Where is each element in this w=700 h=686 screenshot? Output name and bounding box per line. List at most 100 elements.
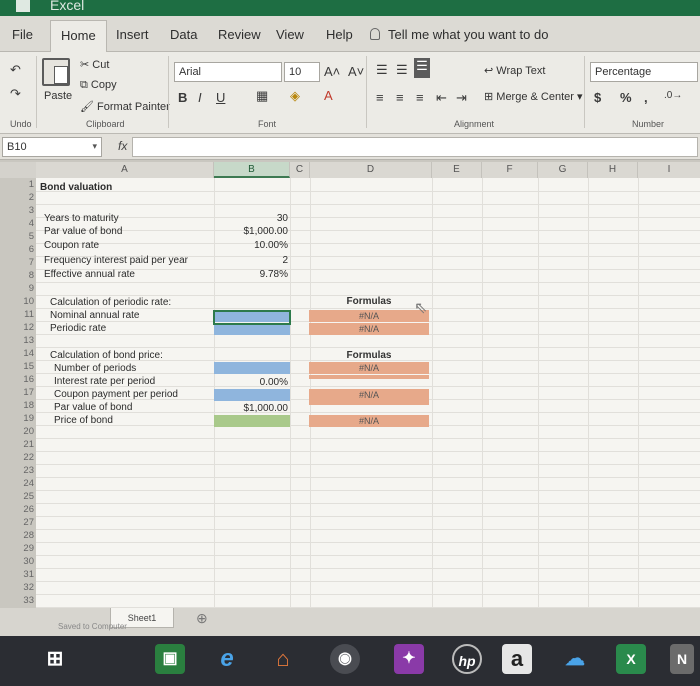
cell-a7[interactable]: Effective annual rate: [44, 269, 135, 280]
cell-b5[interactable]: 10.00%: [214, 240, 288, 251]
wrap-text-button[interactable]: ↩ Wrap Text: [484, 64, 545, 77]
cell-b3[interactable]: 30: [214, 213, 288, 224]
row-header[interactable]: 17: [0, 387, 36, 398]
row-header[interactable]: 27: [0, 517, 36, 528]
cell-b15[interactable]: 0.00%: [214, 377, 288, 388]
row-header[interactable]: 4: [0, 218, 36, 229]
borders-icon[interactable]: ▦: [256, 88, 268, 104]
active-cell-b10[interactable]: [213, 310, 291, 325]
bottom-align-icon[interactable]: ☰: [414, 58, 430, 78]
row-header[interactable]: 10: [0, 296, 36, 307]
onenote-icon[interactable]: N: [670, 644, 694, 674]
row-header[interactable]: 32: [0, 582, 36, 593]
increase-font-icon[interactable]: A˄: [324, 64, 340, 79]
cell-b18-input[interactable]: [214, 415, 290, 427]
font-size-select[interactable]: 10: [284, 62, 320, 82]
paste-button[interactable]: Paste: [44, 90, 72, 102]
row-header[interactable]: 5: [0, 231, 36, 242]
paste-icon[interactable]: [42, 58, 70, 86]
column-header-e[interactable]: E: [432, 162, 482, 178]
italic-button[interactable]: I: [198, 90, 202, 105]
redo-icon[interactable]: ↷: [10, 86, 21, 102]
row-header[interactable]: 26: [0, 504, 36, 515]
tell-me-search[interactable]: Tell me what you want to do: [370, 27, 548, 42]
cell-d15[interactable]: [309, 375, 429, 379]
cell-d17[interactable]: [309, 401, 429, 405]
cell-a13[interactable]: Calculation of bond price:: [50, 350, 163, 361]
cell-d14[interactable]: #N/A: [309, 362, 429, 374]
row-header[interactable]: 11: [0, 309, 36, 320]
edge-icon[interactable]: e: [212, 644, 242, 674]
formula-input[interactable]: [132, 137, 698, 157]
hp-icon[interactable]: hp: [452, 644, 482, 674]
windows-logo-icon[interactable]: ⊞: [40, 644, 70, 674]
column-header-i[interactable]: I: [638, 162, 700, 178]
tab-help[interactable]: Help: [326, 27, 353, 42]
align-left-icon[interactable]: ≡: [376, 90, 384, 105]
row-header[interactable]: 25: [0, 491, 36, 502]
row-header[interactable]: 28: [0, 530, 36, 541]
cell-a11[interactable]: Periodic rate: [50, 323, 106, 334]
column-header-h[interactable]: H: [588, 162, 638, 178]
column-header-c[interactable]: C: [290, 162, 310, 178]
row-header[interactable]: 1: [0, 179, 36, 190]
row-header[interactable]: 9: [0, 283, 36, 294]
home-icon[interactable]: ⌂: [268, 644, 298, 674]
row-header[interactable]: 33: [0, 595, 36, 606]
row-header[interactable]: 18: [0, 400, 36, 411]
middle-align-icon[interactable]: ☰: [396, 62, 408, 78]
row-header[interactable]: 8: [0, 270, 36, 281]
font-name-select[interactable]: Arial: [174, 62, 282, 82]
cell-b6[interactable]: 2: [214, 255, 288, 266]
tab-view[interactable]: View: [276, 27, 304, 42]
row-header[interactable]: 16: [0, 374, 36, 385]
cell-b17[interactable]: $1,000.00: [214, 403, 289, 414]
copy-button[interactable]: ⧉ Copy: [80, 79, 117, 92]
tab-home[interactable]: Home: [50, 20, 107, 52]
cell-b4[interactable]: $1,000.00: [214, 226, 289, 237]
align-center-icon[interactable]: ≡: [396, 90, 404, 105]
percent-style-button[interactable]: %: [620, 90, 632, 105]
column-header-a[interactable]: A: [36, 162, 214, 178]
row-header[interactable]: 2: [0, 192, 36, 203]
column-header-f[interactable]: F: [482, 162, 538, 178]
row-header[interactable]: 22: [0, 452, 36, 463]
cell-a16[interactable]: Coupon payment per period: [54, 389, 178, 400]
media-icon[interactable]: ◉: [330, 644, 360, 674]
cell-a6[interactable]: Frequency interest paid per year: [44, 255, 188, 266]
increase-indent-icon[interactable]: ⇥: [456, 90, 467, 106]
cell-d10[interactable]: #N/A: [309, 310, 429, 322]
column-header-b[interactable]: B: [214, 162, 290, 178]
currency-format-button[interactable]: $: [594, 90, 601, 105]
select-all-corner[interactable]: [0, 162, 36, 178]
number-format-select[interactable]: Percentage: [590, 62, 698, 82]
format-painter-button[interactable]: 🖌 Format Painter: [80, 100, 170, 113]
cell-a5[interactable]: Coupon rate: [44, 240, 99, 251]
align-right-icon[interactable]: ≡: [416, 90, 424, 105]
undo-icon[interactable]: ↶: [10, 62, 21, 78]
row-header[interactable]: 13: [0, 335, 36, 346]
cell-d9[interactable]: Formulas: [309, 296, 429, 307]
cell-b16-input[interactable]: [214, 389, 290, 401]
cell-a1[interactable]: Bond valuation: [40, 182, 112, 193]
column-header-g[interactable]: G: [538, 162, 588, 178]
row-header[interactable]: 12: [0, 322, 36, 333]
underline-button[interactable]: U: [216, 90, 225, 105]
excel-taskbar-icon[interactable]: X: [616, 644, 646, 674]
row-header[interactable]: 15: [0, 361, 36, 372]
comma-style-button[interactable]: ,: [644, 90, 648, 105]
tab-review[interactable]: Review: [218, 27, 261, 42]
increase-decimal-icon[interactable]: .0→: [664, 90, 682, 101]
cell-a15[interactable]: Interest rate per period: [54, 376, 155, 387]
column-header-d[interactable]: D: [310, 162, 432, 178]
tab-data[interactable]: Data: [170, 27, 197, 42]
app-icon[interactable]: ✦: [394, 644, 424, 674]
cell-a17[interactable]: Par value of bond: [54, 402, 132, 413]
row-header[interactable]: 30: [0, 556, 36, 567]
row-header[interactable]: 19: [0, 413, 36, 424]
cell-d13[interactable]: Formulas: [309, 350, 429, 361]
row-header[interactable]: 20: [0, 426, 36, 437]
row-header[interactable]: 3: [0, 205, 36, 216]
store-icon[interactable]: ▣: [155, 644, 185, 674]
cell-a4[interactable]: Par value of bond: [44, 226, 122, 237]
